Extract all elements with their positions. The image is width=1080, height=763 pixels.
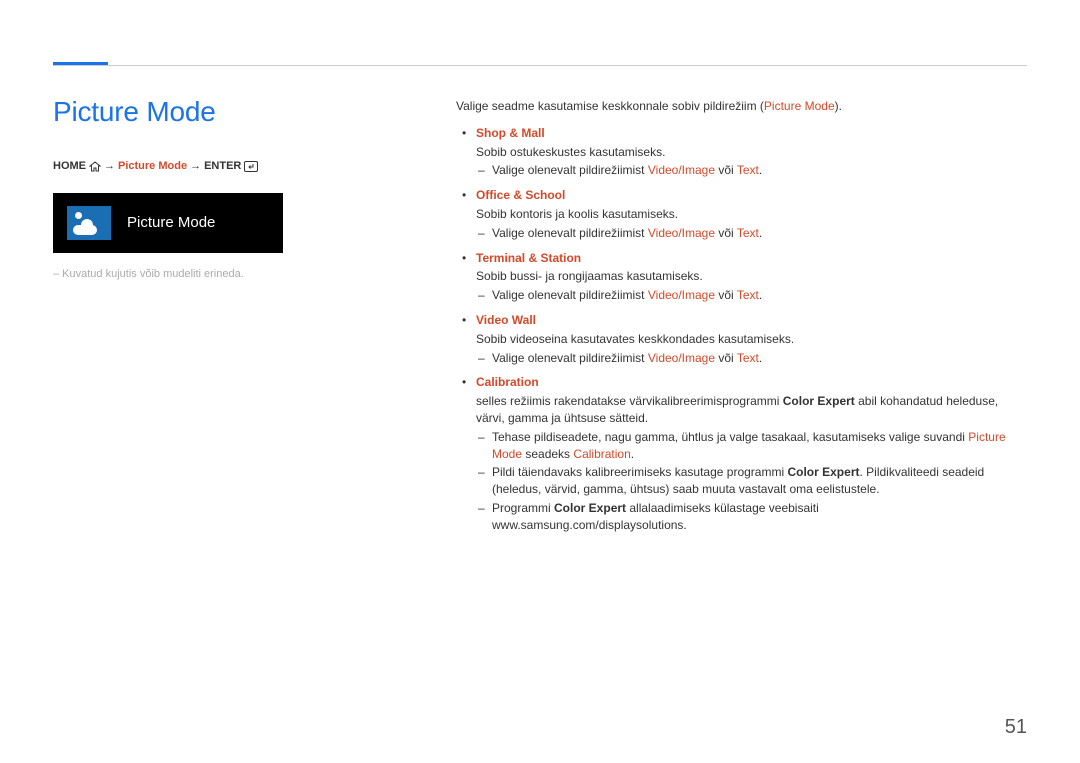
subline-pre: Valige olenevalt pildirežiimist xyxy=(492,288,648,302)
n3-pre: Programmi xyxy=(492,501,554,515)
intro-text: Valige seadme kasutamise keskkonnale sob… xyxy=(456,98,1016,115)
subline-em1: Video/Image xyxy=(648,163,715,177)
mode-desc: Sobib videoseina kasutavates keskkondade… xyxy=(476,331,1016,348)
n1-mid: seadeks xyxy=(522,447,573,461)
mode-subitem: Valige olenevalt pildirežiimist Video/Im… xyxy=(476,350,1016,367)
intro-pre: Valige seadme kasutamise keskkonnale sob… xyxy=(456,99,764,113)
top-divider xyxy=(53,65,1027,66)
mode-name: Video Wall xyxy=(476,313,536,327)
subline-mid: või xyxy=(715,288,737,302)
right-column: Valige seadme kasutamise keskkonnale sob… xyxy=(456,98,1016,542)
home-icon xyxy=(89,161,101,172)
cal-note-1: Tehase pildiseadete, nagu gamma, ühtlus … xyxy=(476,429,1016,463)
n3-bold: Color Expert xyxy=(554,501,626,515)
breadcrumb-enter-label: ENTER xyxy=(204,159,241,174)
subline-mid: või xyxy=(715,226,737,240)
subline-pre: Valige olenevalt pildirežiimist xyxy=(492,351,648,365)
subline-post: . xyxy=(759,288,762,302)
mode-name: Calibration xyxy=(476,375,539,389)
mode-sublist: Tehase pildiseadete, nagu gamma, ühtlus … xyxy=(476,429,1016,534)
breadcrumb-arrow-1: → xyxy=(104,159,115,174)
mode-sublist: Valige olenevalt pildirežiimist Video/Im… xyxy=(476,225,1016,242)
breadcrumb: HOME → Picture Mode → ENTER xyxy=(53,159,283,174)
intro-post: ). xyxy=(835,99,842,113)
enter-icon xyxy=(244,161,258,172)
mode-subitem: Valige olenevalt pildirežiimist Video/Im… xyxy=(476,287,1016,304)
left-column: Picture Mode HOME → Picture Mode → ENTER… xyxy=(53,92,283,282)
mode-desc: selles režiimis rakendatakse värvikalibr… xyxy=(476,393,1016,427)
preview-caption: – Kuvatud kujutis võib mudeliti erineda. xyxy=(53,267,283,282)
mode-item-video-wall: Video Wall Sobib videoseina kasutavates … xyxy=(456,312,1016,366)
mode-desc: Sobib bussi- ja rongijaamas kasutamiseks… xyxy=(476,268,1016,285)
mode-desc: Sobib ostukeskustes kasutamiseks. xyxy=(476,144,1016,161)
subline-em2: Text xyxy=(737,226,759,240)
mode-name: Office & School xyxy=(476,188,565,202)
mode-item-calibration: Calibration selles režiimis rakendatakse… xyxy=(456,374,1016,533)
mode-desc: Sobib kontoris ja koolis kasutamiseks. xyxy=(476,206,1016,223)
mode-subitem: Valige olenevalt pildirežiimist Video/Im… xyxy=(476,225,1016,242)
n2-bold: Color Expert xyxy=(787,465,859,479)
subline-pre: Valige olenevalt pildirežiimist xyxy=(492,226,648,240)
mode-sublist: Valige olenevalt pildirežiimist Video/Im… xyxy=(476,350,1016,367)
subline-em2: Text xyxy=(737,288,759,302)
subline-em1: Video/Image xyxy=(648,226,715,240)
subline-em1: Video/Image xyxy=(648,288,715,302)
subline-post: . xyxy=(759,226,762,240)
intro-emphasis: Picture Mode xyxy=(764,99,835,113)
subline-post: . xyxy=(759,351,762,365)
cal-note-3: Programmi Color Expert allalaadimiseks k… xyxy=(476,500,1016,534)
breadcrumb-picture-mode: Picture Mode xyxy=(118,159,187,174)
subline-pre: Valige olenevalt pildirežiimist xyxy=(492,163,648,177)
mode-sublist: Valige olenevalt pildirežiimist Video/Im… xyxy=(476,287,1016,304)
mode-name: Shop & Mall xyxy=(476,126,545,140)
cal-note-2: Pildi täiendavaks kalibreerimiseks kasut… xyxy=(476,464,1016,498)
n1-post: . xyxy=(631,447,634,461)
subline-em2: Text xyxy=(737,163,759,177)
n1-pre: Tehase pildiseadete, nagu gamma, ühtlus … xyxy=(492,430,968,444)
n2-pre: Pildi täiendavaks kalibreerimiseks kasut… xyxy=(492,465,787,479)
cal-desc-bold: Color Expert xyxy=(783,394,855,408)
subline-mid: või xyxy=(715,351,737,365)
page-title: Picture Mode xyxy=(53,92,283,131)
breadcrumb-home-label: HOME xyxy=(53,159,86,174)
n1-em2: Calibration xyxy=(573,447,630,461)
tv-preview-panel: Picture Mode xyxy=(53,193,283,253)
subline-em1: Video/Image xyxy=(648,351,715,365)
cal-desc-pre: selles režiimis rakendatakse värvikalibr… xyxy=(476,394,783,408)
page-number: 51 xyxy=(1005,713,1027,741)
mode-subitem: Valige olenevalt pildirežiimist Video/Im… xyxy=(476,162,1016,179)
breadcrumb-arrow-2: → xyxy=(190,159,201,174)
mode-name: Terminal & Station xyxy=(476,251,581,265)
modes-list: Shop & Mall Sobib ostukeskustes kasutami… xyxy=(456,125,1016,534)
mode-item-office-school: Office & School Sobib kontoris ja koolis… xyxy=(456,187,1016,241)
subline-mid: või xyxy=(715,163,737,177)
subline-em2: Text xyxy=(737,351,759,365)
subline-post: . xyxy=(759,163,762,177)
mode-item-shop-mall: Shop & Mall Sobib ostukeskustes kasutami… xyxy=(456,125,1016,179)
tv-preview-label: Picture Mode xyxy=(127,212,215,233)
mode-item-terminal-station: Terminal & Station Sobib bussi- ja rongi… xyxy=(456,250,1016,304)
picture-thumbnail-icon xyxy=(67,206,111,240)
mode-sublist: Valige olenevalt pildirežiimist Video/Im… xyxy=(476,162,1016,179)
